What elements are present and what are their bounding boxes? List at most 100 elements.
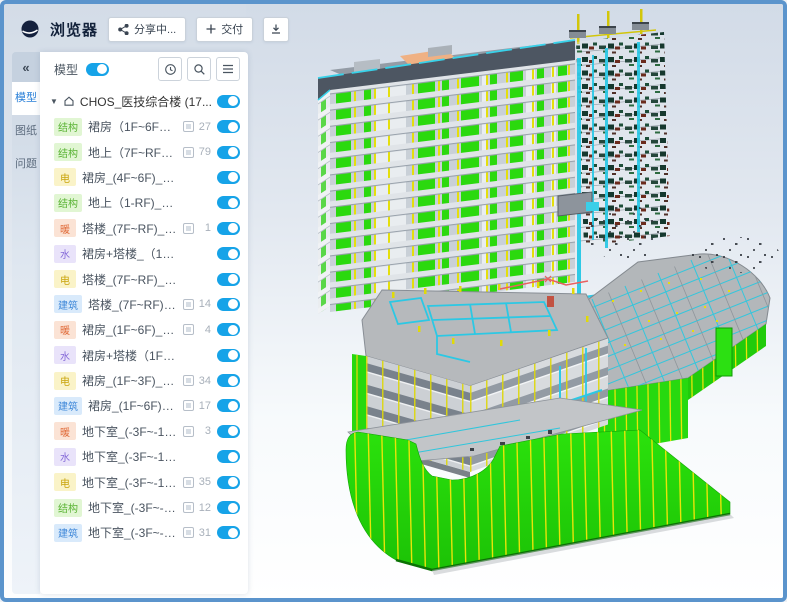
discipline-tag: 水 <box>54 245 76 263</box>
drawing-count: 27 <box>197 121 211 133</box>
tab-issues[interactable]: 问题 <box>12 148 40 181</box>
discipline-tag: 暖 <box>54 422 76 440</box>
hamburger-icon <box>222 64 234 74</box>
model-tree-row[interactable]: 电 裙房_(1F~3F)_电气 34 <box>40 368 248 393</box>
tower-block <box>318 40 576 314</box>
drawing-count-badge: 34 <box>183 375 211 387</box>
app-logo-icon <box>20 19 40 39</box>
visibility-toggle[interactable] <box>217 501 240 514</box>
visibility-toggle[interactable] <box>217 349 240 362</box>
visibility-toggle[interactable] <box>217 298 240 311</box>
discipline-tag: 电 <box>54 168 76 186</box>
sheet-icon <box>183 299 194 310</box>
model-name-label: 地上（7F~RF)）_结构... <box>88 144 177 161</box>
model-tree-row[interactable]: 结构 地上（1-RF)_结构 <box>40 190 248 215</box>
model-tree-row[interactable]: 建筑 地下室_(-3F~-1F)_建筑 31 <box>40 520 248 545</box>
model-tree-root[interactable]: ▼ CHOS_医技综合楼 (17... <box>40 88 248 114</box>
model-tree-row[interactable]: 水 裙房+塔楼（1F~RF)_... <box>40 343 248 368</box>
visibility-toggle[interactable] <box>217 146 240 159</box>
project-name-label: CHOS_医技综合楼 (17... <box>80 93 212 110</box>
drawing-count: 35 <box>197 476 211 488</box>
visibility-toggle[interactable] <box>217 196 240 209</box>
tab-drawings[interactable]: 图纸 <box>12 115 40 148</box>
caret-down-icon[interactable]: ▼ <box>50 97 58 106</box>
collapse-sidebar-button[interactable]: « <box>12 52 40 82</box>
model-tree-row[interactable]: 暖 裙房_(1F~6F)_暖通 4 <box>40 317 248 342</box>
deliver-button-label: 交付 <box>221 21 243 37</box>
discipline-tag: 暖 <box>54 219 76 237</box>
visibility-toggle[interactable] <box>217 273 240 286</box>
visibility-toggle[interactable] <box>217 476 240 489</box>
visibility-toggle[interactable] <box>217 526 240 539</box>
visibility-toggle[interactable] <box>217 450 240 463</box>
model-name-label: 裙房+塔楼（1F~RF)_... <box>82 347 177 364</box>
project-visibility-toggle[interactable] <box>217 95 240 108</box>
drawing-count: 3 <box>197 425 211 437</box>
model-name-label: 裙房_(1F~3F)_电气 <box>82 372 177 389</box>
plus-icon <box>206 24 216 34</box>
model-tree-row[interactable]: 电 塔楼_(7F~RF)_电气 <box>40 266 248 291</box>
model-name-label: 裙房_(1F~6F)_建筑 <box>88 397 177 414</box>
left-sidebar: « 模型 图纸 问题 模型 <box>12 52 248 594</box>
bim-viewer-window: 浏览器 分享中... 交付 « 模型 <box>0 0 787 602</box>
model-tree-row[interactable]: 暖 塔楼_(7F~RF)_暖通 1 <box>40 216 248 241</box>
model-name-label: 裙房（1F~6F）_结构... <box>88 118 177 135</box>
share-button[interactable]: 分享中... <box>108 17 186 42</box>
search-button[interactable] <box>187 57 211 81</box>
building-model-canvas <box>246 4 783 598</box>
visibility-toggle[interactable] <box>217 425 240 438</box>
drawing-count: 12 <box>197 502 211 514</box>
drawing-count-badge: 31 <box>183 527 211 539</box>
sheet-icon <box>183 502 194 513</box>
model-tree-row[interactable]: 暖 地下室_(-3F~-1F)_暖通 3 <box>40 419 248 444</box>
model-name-label: 塔楼_(7F~RF)_建筑 <box>88 296 177 313</box>
model-tree-row[interactable]: 建筑 塔楼_(7F~RF)_建筑 14 <box>40 292 248 317</box>
drawing-count-badge: 1 <box>183 222 211 234</box>
drawing-count-badge: 17 <box>183 400 211 412</box>
model-tree-row[interactable]: 建筑 裙房_(1F~6F)_建筑 17 <box>40 393 248 418</box>
visibility-toggle[interactable] <box>217 120 240 133</box>
download-icon <box>270 23 282 35</box>
model-tree-row[interactable]: 电 裙房_(4F~6F)_电气 <box>40 165 248 190</box>
discipline-tag: 结构 <box>54 499 82 517</box>
discipline-tag: 结构 <box>54 143 82 161</box>
discipline-tag: 建筑 <box>54 295 82 313</box>
visibility-toggle[interactable] <box>217 222 240 235</box>
model-tree-row[interactable]: 结构 裙房（1F~6F）_结构... 27 <box>40 114 248 139</box>
drawing-count-badge: 35 <box>183 476 211 488</box>
tab-model[interactable]: 模型 <box>12 82 40 115</box>
discipline-tag: 水 <box>54 346 76 364</box>
visibility-toggle[interactable] <box>217 171 240 184</box>
model-name-label: 地上（1-RF)_结构 <box>88 194 177 211</box>
history-button[interactable] <box>158 57 182 81</box>
model-tree-row[interactable]: 电 地下室_(-3F~-1F)_电气 35 <box>40 469 248 494</box>
drawing-count: 31 <box>197 527 211 539</box>
panel-title: 模型 <box>54 61 78 78</box>
visibility-toggle[interactable] <box>217 247 240 260</box>
all-models-toggle[interactable] <box>86 63 109 76</box>
sheet-icon <box>183 477 194 488</box>
app-title: 浏览器 <box>50 19 98 40</box>
model-name-label: 塔楼_(7F~RF)_暖通 <box>82 220 177 237</box>
visibility-toggle[interactable] <box>217 323 240 336</box>
discipline-tag: 结构 <box>54 194 82 212</box>
visibility-toggle[interactable] <box>217 399 240 412</box>
model-viewport[interactable] <box>246 4 783 598</box>
share-button-label: 分享中... <box>134 21 176 37</box>
deliver-button[interactable]: 交付 <box>196 17 253 42</box>
visibility-toggle[interactable] <box>217 374 240 387</box>
sidebar-tabstrip: « 模型 图纸 问题 <box>12 52 40 594</box>
drawing-count-badge: 79 <box>183 146 211 158</box>
drawing-count: 14 <box>197 298 211 310</box>
download-button[interactable] <box>263 17 289 42</box>
model-tree-row[interactable]: 结构 地上（7F~RF)）_结构... 79 <box>40 139 248 164</box>
model-tree-row[interactable]: 结构 地下室_(-3F~-1F)_结构 12 <box>40 495 248 520</box>
discipline-tag: 建筑 <box>54 397 82 415</box>
search-icon <box>193 63 206 76</box>
model-name-label: 裙房_(1F~6F)_暖通 <box>82 321 177 338</box>
discipline-tag: 电 <box>54 473 76 491</box>
model-tree-row[interactable]: 水 地下室_(-3F~-1F)_给... <box>40 444 248 469</box>
model-tree: ▼ CHOS_医技综合楼 (17... 结构 裙房（1F~6F）_结构... 2… <box>40 86 248 594</box>
model-tree-row[interactable]: 水 裙房+塔楼_（1F~RF)... <box>40 241 248 266</box>
list-menu-button[interactable] <box>216 57 240 81</box>
